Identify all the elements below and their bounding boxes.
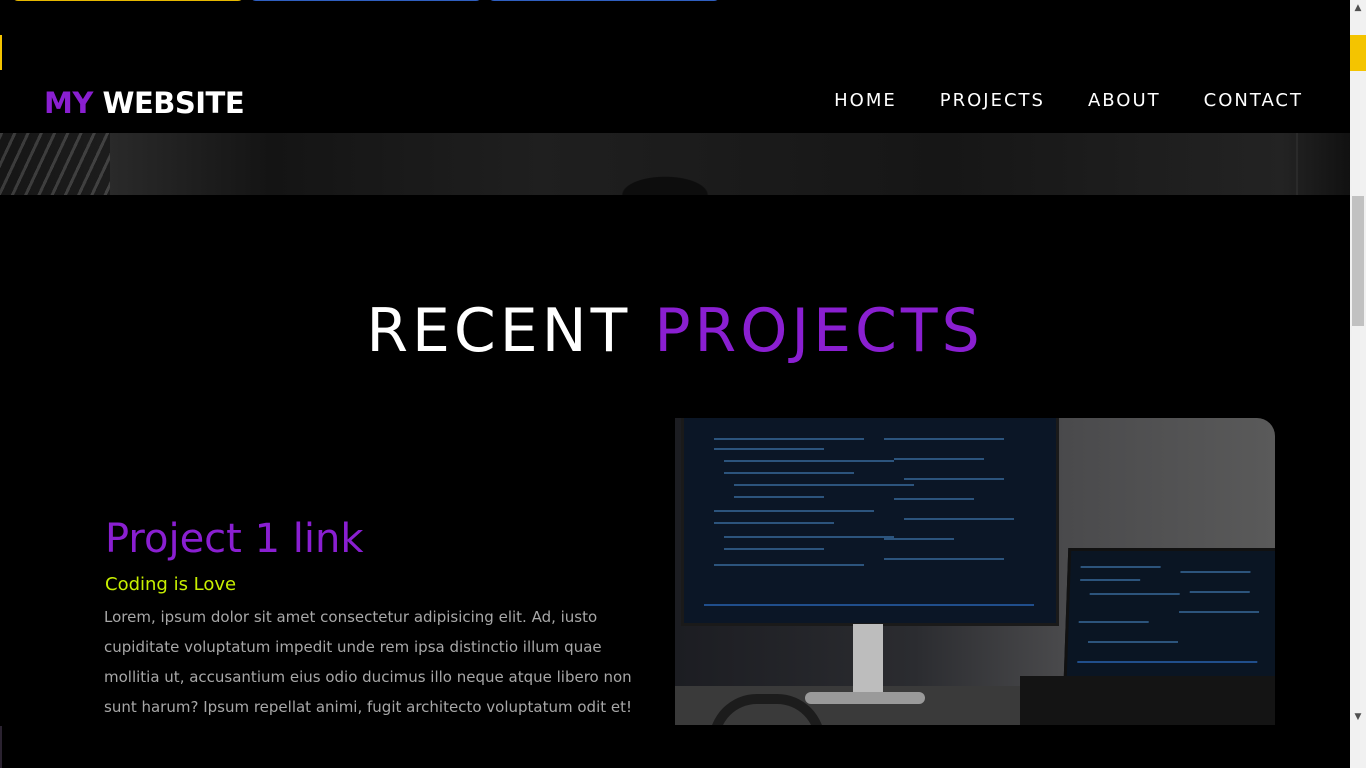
section-title-projects: PROJECTS: [654, 296, 984, 366]
laptop-keyboard: [1020, 676, 1275, 725]
hero-image: [0, 133, 1350, 195]
page-bottom: [0, 726, 1366, 768]
project-title-link[interactable]: Project 1 link: [105, 516, 363, 562]
scrollbar-thumb[interactable]: [1352, 196, 1364, 326]
nav-projects[interactable]: PROJECTS: [940, 90, 1045, 111]
site-header: MY WEBSITE HOME PROJECTS ABOUT CONTACT: [0, 70, 1350, 133]
hero-divider: [1296, 133, 1298, 195]
project-subtitle: Coding is Love: [105, 574, 237, 595]
section-title-recent: RECENT: [366, 296, 632, 366]
laptop-screen: [1063, 548, 1275, 679]
site-logo[interactable]: MY WEBSITE: [44, 86, 245, 120]
nav-contact[interactable]: CONTACT: [1204, 90, 1303, 111]
project-image: [675, 418, 1275, 725]
nav-home[interactable]: HOME: [834, 90, 897, 111]
monitor-base: [805, 692, 925, 704]
scroll-down-arrow-icon[interactable]: ▼: [1350, 709, 1366, 726]
left-edge-marker: [0, 35, 2, 71]
top-blue-button-2[interactable]: [488, 0, 720, 1]
monitor: [681, 418, 1059, 626]
hero-keyboard-detail: [0, 133, 110, 195]
right-edge-marker: [1350, 35, 1366, 71]
scrollbar-track[interactable]: [1350, 0, 1366, 768]
logo-my: MY: [44, 86, 93, 120]
monitor-stand: [853, 624, 883, 696]
bottom-left-edge: [0, 726, 2, 768]
logo-website: WEBSITE: [102, 86, 245, 120]
scroll-up-arrow-icon[interactable]: ▲: [1350, 0, 1366, 17]
top-yellow-button[interactable]: [12, 0, 244, 1]
top-blue-button-1[interactable]: [250, 0, 482, 1]
project-description: Lorem, ipsum dolor sit amet consectetur …: [104, 608, 633, 716]
nav-about[interactable]: ABOUT: [1088, 90, 1161, 111]
main-nav: HOME PROJECTS ABOUT CONTACT: [834, 90, 1303, 111]
section-title: RECENT PROJECTS: [0, 296, 1350, 366]
